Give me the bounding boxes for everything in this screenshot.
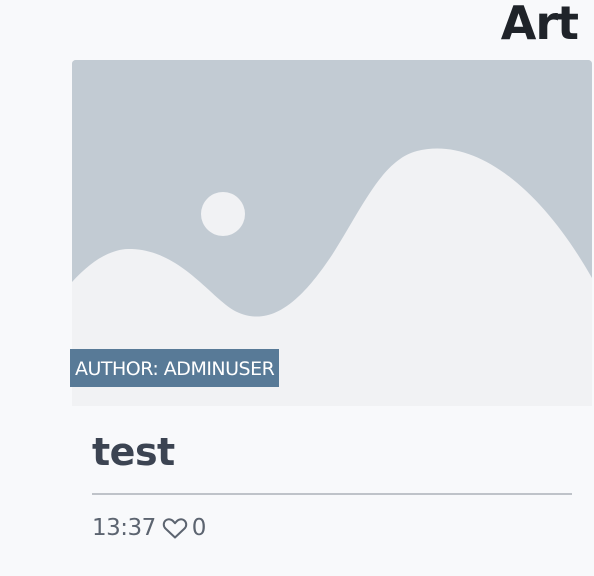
post-title[interactable]: test <box>92 406 572 474</box>
post-meta: 13:37 0 <box>92 515 572 541</box>
section-title: Art <box>500 0 579 50</box>
like-count: 0 <box>191 515 207 541</box>
divider <box>92 493 572 495</box>
heart-outline-icon[interactable] <box>162 516 188 540</box>
card-body: test 13:37 0 <box>92 406 572 541</box>
post-card[interactable]: AUTHOR: ADMINUSER test 13:37 0 <box>70 60 592 576</box>
post-time: 13:37 <box>92 515 156 541</box>
author-badge[interactable]: AUTHOR: ADMINUSER <box>70 349 280 387</box>
page: Art AUTHOR: ADMINUSER test 13:37 0 <box>0 0 594 576</box>
